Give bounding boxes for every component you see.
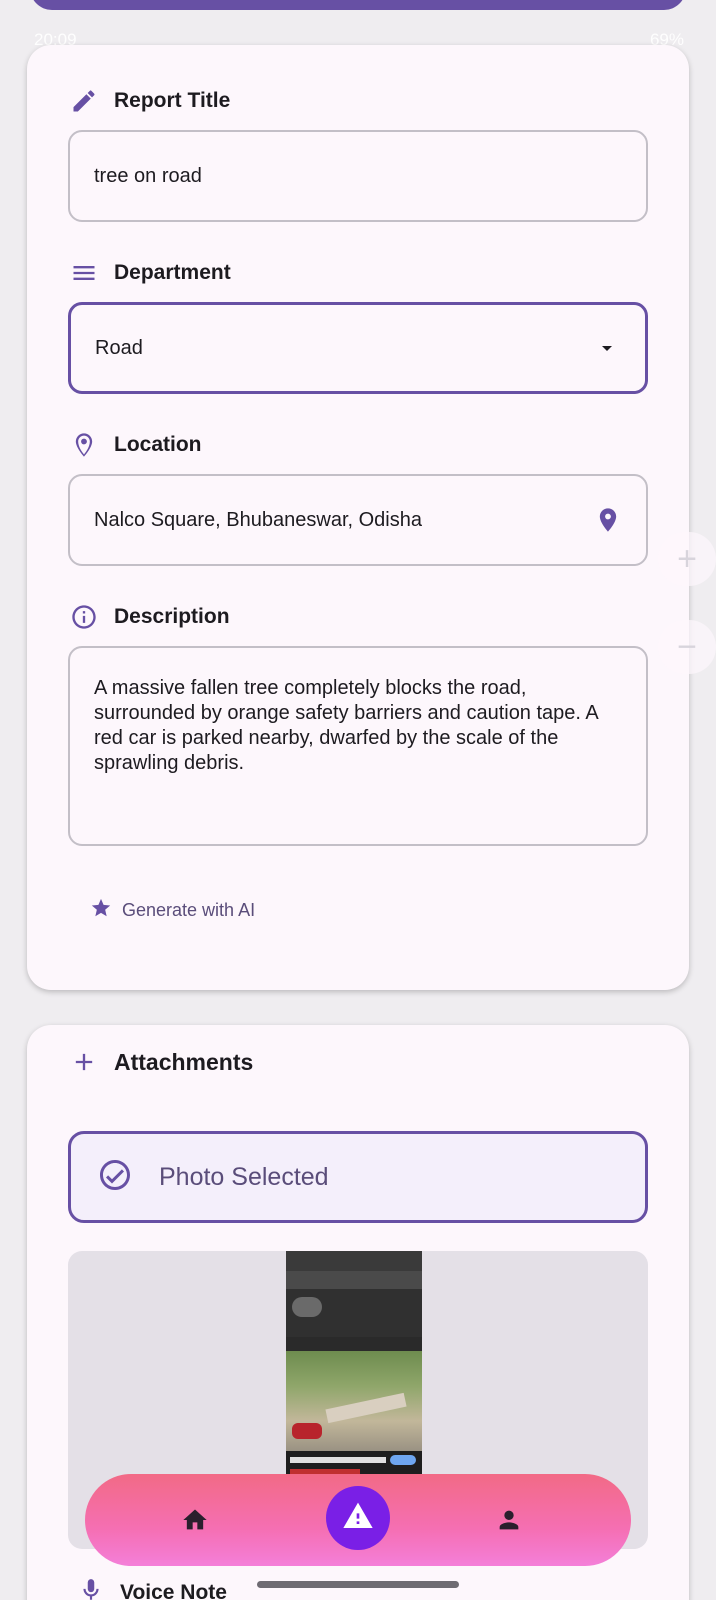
dropdown-arrow-icon[interactable] <box>593 334 621 362</box>
attachments-label: Attachments <box>70 1045 253 1079</box>
top-app-bar <box>30 0 686 10</box>
info-icon <box>70 603 98 631</box>
location-input[interactable]: Nalco Square, Bhubaneswar, Odisha <box>68 474 648 566</box>
description-label: Description <box>70 600 230 634</box>
voice-note-text: Voice Note <box>120 1581 227 1600</box>
microphone-icon <box>78 1577 104 1600</box>
report-title-input[interactable]: tree on road <box>68 130 648 222</box>
home-icon[interactable] <box>181 1506 209 1539</box>
profile-icon[interactable] <box>495 1506 523 1539</box>
zoom-out-button[interactable]: − <box>658 620 716 674</box>
description-textarea[interactable]: A massive fallen tree completely blocks … <box>68 646 648 846</box>
location-text: Location <box>114 433 202 456</box>
report-title-label: Report Title <box>70 84 230 118</box>
department-value: Road <box>95 336 143 359</box>
voice-note-label: Voice Note <box>78 1578 227 1600</box>
location-label: Location <box>70 428 202 462</box>
department-label: Department <box>70 256 231 290</box>
pencil-icon <box>70 87 98 115</box>
check-circle-icon <box>97 1157 133 1198</box>
star-icon <box>90 897 112 924</box>
zoom-in-button[interactable]: + <box>658 532 716 586</box>
department-text: Department <box>114 261 231 284</box>
add-icon <box>70 1048 98 1076</box>
photo-selected-button[interactable]: Photo Selected <box>68 1131 648 1223</box>
location-outline-icon <box>70 431 98 459</box>
attachments-text: Attachments <box>114 1048 254 1075</box>
report-issue-fab[interactable] <box>326 1486 390 1550</box>
generate-with-ai-label: Generate with AI <box>122 899 256 920</box>
warning-icon <box>342 1500 374 1537</box>
description-value: A massive fallen tree completely blocks … <box>94 677 598 774</box>
list-icon <box>70 259 98 287</box>
location-value: Nalco Square, Bhubaneswar, Odisha <box>94 508 422 531</box>
description-text: Description <box>114 605 230 628</box>
report-title-text: Report Title <box>114 89 231 112</box>
generate-with-ai-button[interactable]: Generate with AI <box>90 895 255 925</box>
home-indicator[interactable] <box>257 1581 459 1588</box>
report-form-card: Report Title tree on road Department Roa… <box>27 45 689 990</box>
photo-status-text: Photo Selected <box>159 1162 329 1191</box>
department-select[interactable]: Road <box>68 302 648 394</box>
location-pin-icon[interactable] <box>594 506 622 534</box>
report-title-value: tree on road <box>94 164 202 187</box>
